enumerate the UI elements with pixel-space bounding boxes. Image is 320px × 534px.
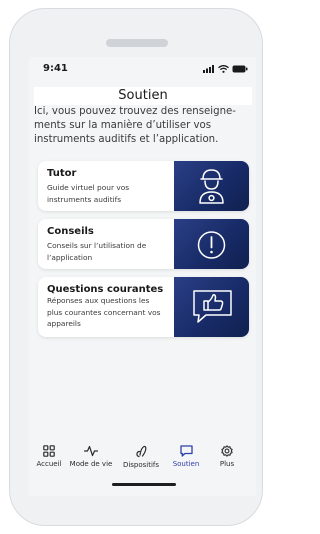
gear-icon [221,445,233,457]
status-bar: 9:41 [29,57,256,83]
home-indicator [112,483,176,486]
page-header: Soutien [34,87,252,105]
battery-icon [232,65,248,73]
card-title: Conseils [47,226,94,237]
tab-soutien[interactable]: Soutien [170,445,202,468]
exclamation-circle-icon [197,231,226,259]
tab-accueil[interactable]: Accueil [32,445,66,468]
app-screen: 9:41 Soutien Ici, vous pouvez trouvez de… [29,57,256,496]
tab-label: Mode de vie [69,460,113,468]
card-questions-courantes[interactable]: Questions courantes Réponses aux questio… [38,277,249,337]
tab-label: Dispositifs [122,461,160,469]
card-description: Conseils sur l’utilisation de l’applicat… [47,241,147,262]
card-title: Tutor [47,168,77,179]
wifi-icon [218,65,229,73]
thumbs-up-chat-icon [193,290,232,323]
tab-dispositifs[interactable]: Dispositifs [121,445,161,469]
phone-speaker [106,39,168,47]
card-image [174,219,249,269]
hearing-aid-icon [136,445,147,458]
tab-label: Plus [219,460,235,468]
tab-label: Accueil [36,460,62,468]
card-conseils[interactable]: Conseils Conseils sur l’utilisation de l… [38,219,249,269]
activity-icon [84,445,98,457]
card-tutor[interactable]: Tutor Guide virtuel pour vos instruments… [38,161,249,211]
intro-text: Ici, vous pouvez trouvez des renseigne-m… [34,106,236,145]
card-description: Guide virtuel pour vos instruments audit… [47,183,130,204]
card-image [174,277,249,337]
tab-plus[interactable]: Plus [214,445,240,468]
card-title: Questions courantes [47,284,164,295]
page-title: Soutien [118,88,168,103]
chat-bubble-icon [179,445,193,457]
tab-bar: Accueil Mode de vie Dispositifs Soutien [29,440,256,496]
tab-label: Soutien [172,460,200,468]
status-icons [203,64,248,74]
status-time: 9:41 [43,63,68,74]
card-description: Réponses aux questions les plus courante… [47,296,161,328]
card-image [174,161,249,211]
signal-icon [203,65,214,73]
tutor-person-icon [199,169,224,204]
grid-icon [43,445,55,457]
tab-mode-de-vie[interactable]: Mode de vie [68,445,114,468]
